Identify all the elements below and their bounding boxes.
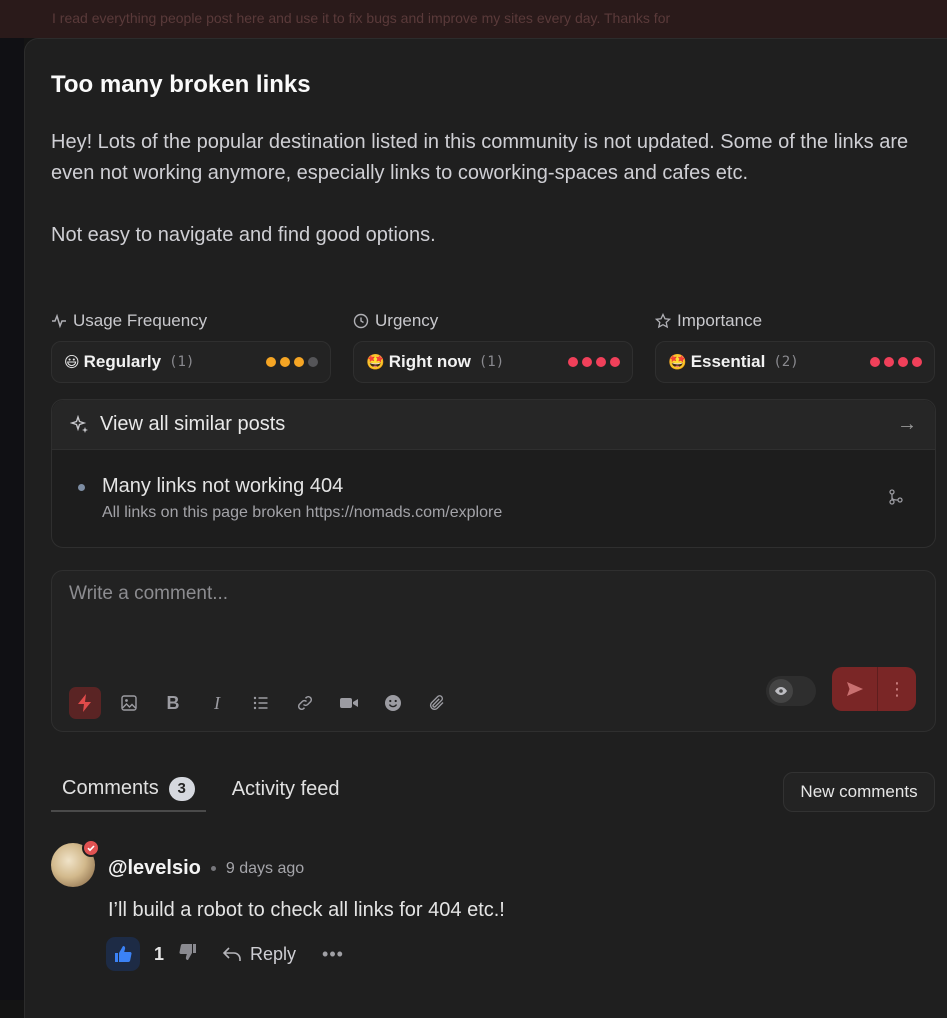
send-icon[interactable]	[832, 667, 878, 711]
comment-composer: B I ⋮	[51, 570, 936, 732]
comment-text: I’ll build a robot to check all links fo…	[108, 899, 505, 921]
level-dot	[912, 357, 922, 367]
post-title: Too many broken links	[51, 71, 311, 98]
tab-activity-feed[interactable]: Activity feed	[221, 767, 351, 812]
similar-post-title: Many links not working 404	[102, 475, 344, 497]
level-dot	[266, 357, 276, 367]
comment-count-badge: 3	[168, 776, 195, 801]
pulse-icon	[52, 313, 66, 329]
metric-label: Urgency	[375, 311, 439, 330]
view-similar-posts-button[interactable]: View all similar posts →	[52, 400, 935, 450]
emoji-icon: 🤩	[668, 354, 687, 371]
background-sidebar	[0, 38, 24, 1000]
comment-tabs: Comments 3 Activity feed	[51, 767, 351, 812]
more-options-icon[interactable]: ⋮	[878, 679, 916, 700]
tab-label: Activity feed	[231, 778, 340, 800]
italic-icon[interactable]: I	[201, 687, 233, 719]
comment-time: 9 days ago	[225, 859, 305, 877]
metric-usage-frequency: Usage Frequency 😃 Regularly (1)	[51, 309, 331, 383]
post-body-paragraph: Not easy to navigate and find good optio…	[51, 224, 436, 246]
thumbs-down-icon[interactable]	[178, 942, 198, 967]
emoji-icon: 😃	[64, 354, 80, 371]
metric-importance: Importance 🤩 Essential (2)	[655, 309, 935, 383]
level-dot	[582, 357, 592, 367]
bold-icon[interactable]: B	[157, 687, 189, 719]
visibility-toggle[interactable]	[766, 676, 816, 706]
level-dots	[568, 357, 620, 367]
level-dot	[280, 357, 290, 367]
level-dot	[308, 357, 318, 367]
arrow-right-icon: →	[897, 413, 917, 435]
tab-comments[interactable]: Comments 3	[51, 767, 206, 812]
link-icon[interactable]	[289, 687, 321, 719]
similar-header-label: View all similar posts	[100, 413, 286, 435]
level-dot	[568, 357, 578, 367]
new-comments-button[interactable]: New comments	[783, 772, 935, 812]
level-dot	[294, 357, 304, 367]
emoji-icon[interactable]	[377, 687, 409, 719]
similar-post-subtitle: All links on this page broken https://no…	[102, 504, 503, 521]
video-icon[interactable]	[333, 687, 365, 719]
metric-selector[interactable]: 🤩 Right now (1)	[353, 341, 633, 383]
star-icon	[655, 313, 671, 329]
comment-author[interactable]: @levelsio	[108, 857, 201, 880]
send-button[interactable]: ⋮	[832, 667, 916, 711]
merge-icon[interactable]	[887, 488, 905, 506]
metric-count: (2)	[773, 354, 799, 370]
level-dot	[884, 357, 894, 367]
list-icon[interactable]	[245, 687, 277, 719]
metric-selector[interactable]: 😃 Regularly (1)	[51, 341, 331, 383]
reply-button[interactable]: Reply	[222, 944, 296, 965]
metric-count: (1)	[478, 354, 505, 370]
reply-label: Reply	[250, 943, 297, 964]
level-dot	[610, 357, 620, 367]
lightning-icon[interactable]	[69, 687, 101, 719]
image-icon[interactable]	[113, 687, 145, 719]
level-dots	[266, 357, 318, 367]
level-dot	[596, 357, 606, 367]
post-body-paragraph: Hey! Lots of the popular destination lis…	[51, 131, 909, 184]
bullet-icon	[78, 484, 85, 491]
emoji-icon: 🤩	[366, 354, 385, 371]
post-panel: Too many broken links Hey! Lots of the p…	[24, 38, 947, 1018]
similar-post-item[interactable]: Many links not working 404 All links on …	[52, 450, 935, 522]
level-dot	[870, 357, 880, 367]
similar-posts: View all similar posts → Many links not …	[51, 399, 936, 548]
sparkles-icon	[70, 414, 88, 433]
tab-label: Comments	[62, 777, 159, 799]
clock-icon	[353, 313, 369, 329]
metric-selector[interactable]: 🤩 Essential (2)	[655, 341, 935, 383]
comment-input[interactable]	[69, 583, 769, 605]
eye-icon	[769, 679, 793, 703]
background-text: I read everything people post here and u…	[52, 10, 671, 26]
separator-dot	[210, 866, 216, 871]
metric-value: Right now	[388, 352, 471, 371]
post-body: Hey! Lots of the popular destination lis…	[51, 127, 921, 282]
metric-label: Usage Frequency	[73, 311, 208, 330]
comment-header: @levelsio 9 days ago	[108, 857, 304, 880]
reply-icon	[222, 947, 241, 961]
composer-toolbar: B I	[69, 687, 453, 719]
level-dots	[870, 357, 922, 367]
comment-actions: 1 Reply •••	[106, 937, 344, 971]
thumbs-up-icon[interactable]	[106, 937, 140, 971]
background-page-strip: I read everything people post here and u…	[0, 0, 947, 38]
metric-urgency: Urgency 🤩 Right now (1)	[353, 309, 633, 383]
level-dot	[898, 357, 908, 367]
attachment-icon[interactable]	[421, 687, 453, 719]
like-count: 1	[154, 943, 165, 964]
metric-value: Regularly	[83, 352, 162, 371]
verified-badge-icon	[82, 839, 100, 857]
metric-value: Essential	[690, 352, 766, 371]
more-icon[interactable]: •••	[322, 944, 344, 965]
metric-label: Importance	[677, 311, 763, 330]
metric-count: (1)	[169, 354, 195, 370]
